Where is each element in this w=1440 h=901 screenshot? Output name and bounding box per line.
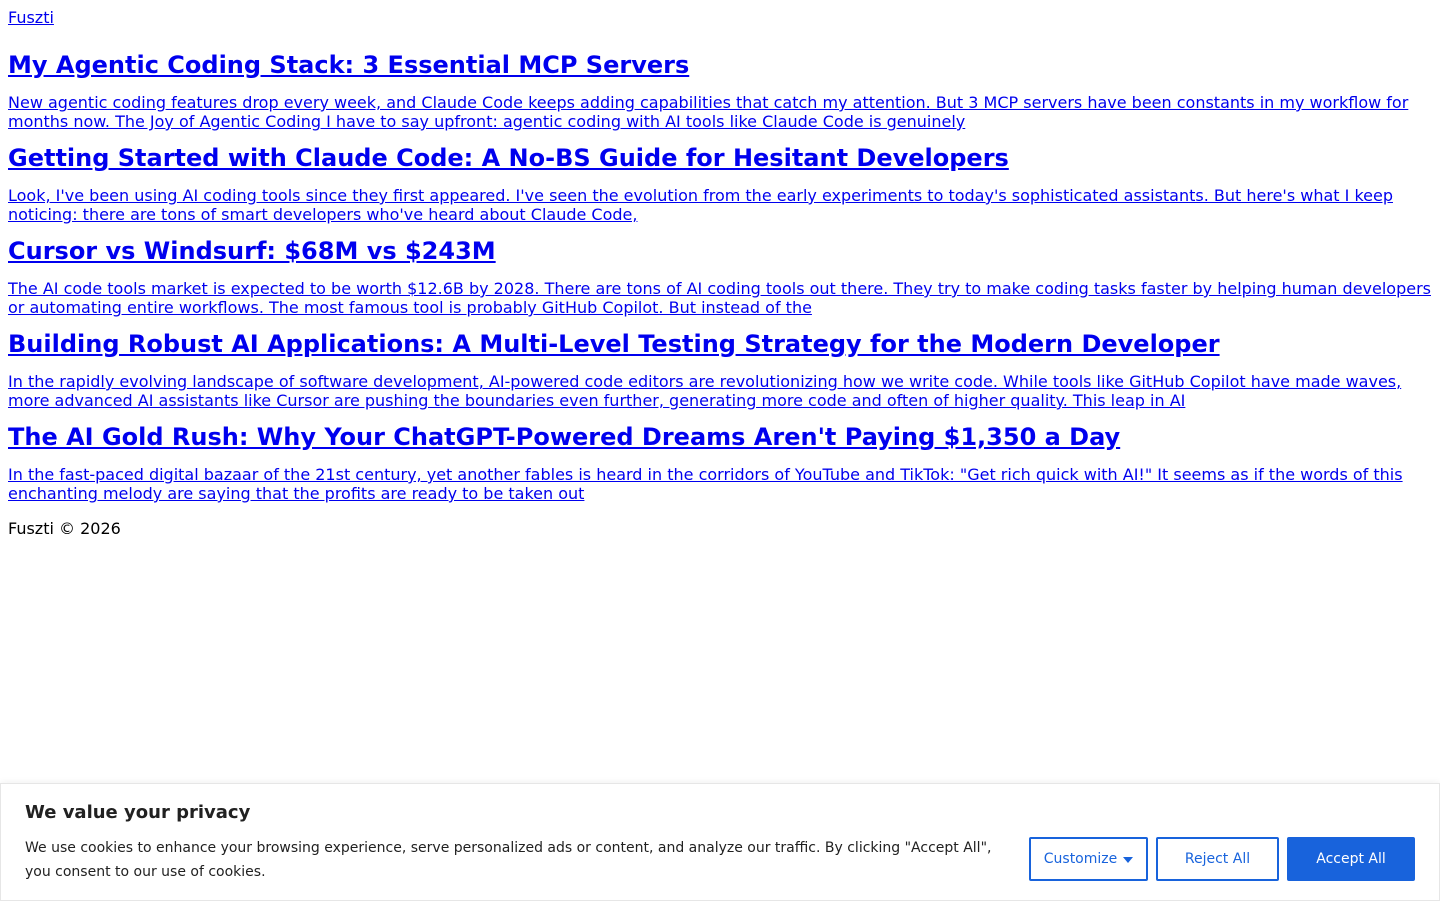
- cookie-banner-title: We value your privacy: [25, 802, 251, 823]
- post-title: My Agentic Coding Stack: 3 Essential MCP…: [8, 27, 1432, 93]
- accept-all-button[interactable]: Accept All: [1287, 837, 1415, 881]
- post-title-link[interactable]: Getting Started with Claude Code: A No-B…: [8, 144, 1009, 172]
- post-title: The AI Gold Rush: Why Your ChatGPT-Power…: [8, 410, 1432, 465]
- cookie-consent-banner: We value your privacy We use cookies to …: [0, 783, 1440, 901]
- cookie-banner-actions: Customize Reject All Accept All: [1029, 837, 1415, 881]
- post-title: Building Robust AI Applications: A Multi…: [8, 317, 1432, 372]
- post-title-link[interactable]: Cursor vs Windsurf: $68M vs $243M: [8, 237, 496, 265]
- post-title-link[interactable]: My Agentic Coding Stack: 3 Essential MCP…: [8, 51, 689, 79]
- cookie-banner-text: We use cookies to enhance your browsing …: [25, 840, 992, 880]
- customize-button[interactable]: Customize: [1029, 837, 1148, 881]
- caret-down-icon: [1123, 856, 1134, 863]
- post-excerpt-link[interactable]: In the fast-paced digital bazaar of the …: [8, 465, 1432, 503]
- post-item: Cursor vs Windsurf: $68M vs $243M The AI…: [8, 224, 1432, 317]
- post-title-link[interactable]: The AI Gold Rush: Why Your ChatGPT-Power…: [8, 423, 1120, 451]
- post-title: Getting Started with Claude Code: A No-B…: [8, 131, 1432, 186]
- site-home-link[interactable]: Fuszti: [8, 8, 1432, 27]
- reject-all-button[interactable]: Reject All: [1156, 837, 1279, 881]
- post-item: The AI Gold Rush: Why Your ChatGPT-Power…: [8, 410, 1432, 503]
- post-title: Cursor vs Windsurf: $68M vs $243M: [8, 224, 1432, 279]
- customize-button-label: Customize: [1043, 851, 1118, 867]
- page: Fuszti My Agentic Coding Stack: 3 Essent…: [0, 0, 1440, 538]
- post-excerpt-link[interactable]: The AI code tools market is expected to …: [8, 279, 1432, 317]
- post-excerpt-link[interactable]: New agentic coding features drop every w…: [8, 93, 1432, 131]
- post-item: My Agentic Coding Stack: 3 Essential MCP…: [8, 27, 1432, 131]
- post-item: Building Robust AI Applications: A Multi…: [8, 317, 1432, 410]
- post-excerpt-link[interactable]: Look, I've been using AI coding tools si…: [8, 186, 1432, 224]
- post-excerpt-link[interactable]: In the rapidly evolving landscape of sof…: [8, 372, 1432, 410]
- site-footer: Fuszti © 2026: [8, 519, 121, 538]
- post-title-link[interactable]: Building Robust AI Applications: A Multi…: [8, 330, 1220, 358]
- post-item: Getting Started with Claude Code: A No-B…: [8, 131, 1432, 224]
